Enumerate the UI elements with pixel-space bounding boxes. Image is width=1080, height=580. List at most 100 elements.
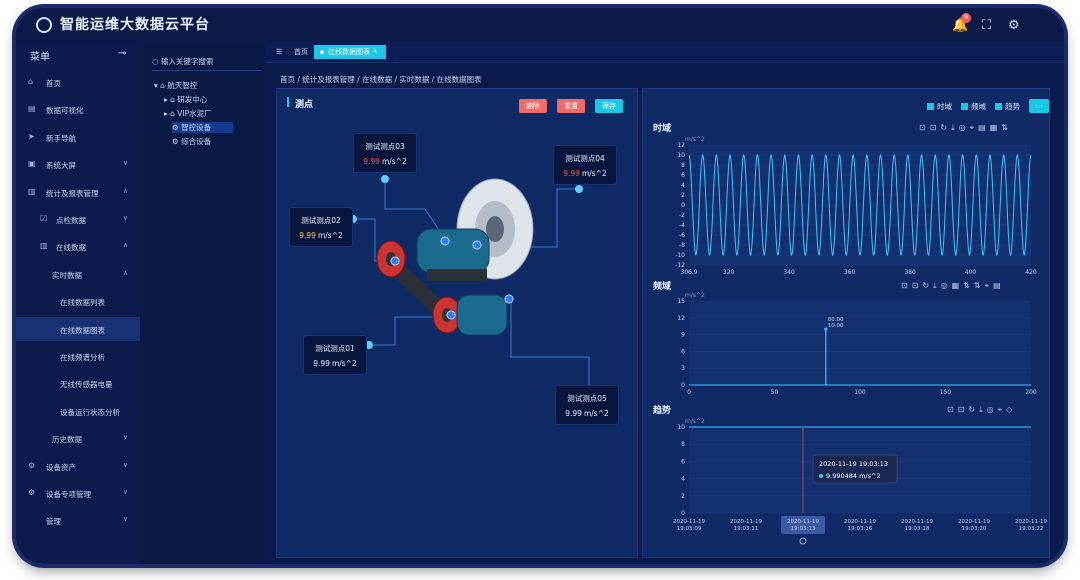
sidebar-item-label: 管理 xyxy=(46,517,61,527)
sidebar-item[interactable]: 历史数据 ∨ xyxy=(16,426,140,450)
y-tick-label: 0 xyxy=(681,202,685,209)
screen-icon: ▣ xyxy=(28,159,36,169)
gear-icon[interactable]: ⚙ xyxy=(1008,18,1020,33)
notification-badge: 9 xyxy=(961,13,971,23)
y-tick-label: 15 xyxy=(677,298,685,305)
motor-body xyxy=(416,228,490,274)
tree-node[interactable]: ▾ ⌂ 航天智控 xyxy=(154,80,197,91)
app-title: 智能运维大数据云平台 xyxy=(60,17,210,33)
sidebar-item-label: 新手导航 xyxy=(46,133,76,143)
sensor-dot-03[interactable] xyxy=(440,236,450,246)
checkbox-icon xyxy=(927,103,934,110)
x-tick-label: 0 xyxy=(687,389,691,396)
point-card-03[interactable]: 测试测点03 9.99 m/s^2 xyxy=(353,133,417,173)
point-unit: m/s^2 xyxy=(331,359,357,368)
sensor-dot-01[interactable] xyxy=(446,310,456,320)
fullscreen-icon[interactable]: ⛶ xyxy=(982,18,991,33)
chart-panel: 时域 频域 趋势 ··· 时域 ⊡⊡↻⤓◎⌖▤▦⇅ m/s^2 -12 -10 -8-… xyxy=(642,88,1050,558)
tab-home[interactable]: 首页 xyxy=(288,45,314,59)
logo-icon xyxy=(36,17,52,33)
sensor-dot-02[interactable] xyxy=(390,256,400,266)
sidebar-item[interactable]: ▣ 系统大屏 ∨ xyxy=(16,152,140,176)
tree-node[interactable]: ▸ ⌂ 研发中心 xyxy=(164,94,207,105)
tree-node-label: 研发中心 xyxy=(177,95,208,104)
sidebar-item[interactable]: 在线数据图表 xyxy=(16,316,140,341)
checkbox-time-domain[interactable]: 时域 xyxy=(927,101,952,112)
more-button[interactable]: ··· xyxy=(1029,99,1049,113)
checkbox-freq-domain[interactable]: 频域 xyxy=(961,101,986,112)
checkbox-icon: ☑ xyxy=(40,214,48,223)
tree-node[interactable]: ⚙ 综合设备 xyxy=(172,136,211,147)
sensor-dot-05[interactable] xyxy=(504,294,514,304)
x-tick-label: 400 xyxy=(965,269,977,275)
sidebar-item[interactable]: 在线数据列表 xyxy=(16,289,140,313)
checkbox-label: 趋势 xyxy=(1005,102,1020,111)
caret-icon: ▸ ⌂ xyxy=(164,95,178,104)
sidebar-heading-label: 菜单 xyxy=(30,52,50,63)
device-tree: ○ 输入关键字搜索 ▾ ⌂ 航天智控 ▸ ⌂ 研发中心 ▸ ⌂ VIP水泥厂 ⚙ 智控… xyxy=(140,42,267,564)
tree-search-input[interactable]: ○ 输入关键字搜索 xyxy=(152,56,262,71)
y-tick-label: 6 xyxy=(681,458,685,465)
x-tick-date: 2020-11-19 xyxy=(673,519,705,525)
sidebar-item[interactable]: ▤ 数据可视化 xyxy=(16,97,140,121)
point-card-04[interactable]: 测试测点04 9.99 m/s^2 xyxy=(553,145,617,185)
point-value: 9.99 xyxy=(363,157,380,166)
y-tick-label: -4 xyxy=(679,222,685,229)
chevron-icon: ∧ xyxy=(122,186,128,195)
y-tick-label: 0 xyxy=(681,382,685,389)
menu-toggle-icon[interactable]: ☰ xyxy=(270,45,288,59)
point-value: 9.99 xyxy=(299,231,316,240)
sidebar-item[interactable]: 实时数据 ∧ xyxy=(16,262,140,286)
sidebar-item[interactable]: ☑ 点检数据 ∨ xyxy=(16,207,140,231)
anchor-dot-04 xyxy=(575,185,583,193)
y-tick-label: 6 xyxy=(681,172,685,179)
sidebar: 菜单 ⊸ ⌂ 首页 ▤ 数据可视化 ➤ 新手导航 ▣ 系统大屏 ∨ ▥ 统计及报表管理 ∧ ☑ 点检数据 ∨… xyxy=(16,42,140,564)
sidebar-item-label: 设备专项管理 xyxy=(46,490,91,499)
point-value: 9.99 xyxy=(565,409,582,418)
sidebar-item-label: 首页 xyxy=(46,79,61,88)
x-tick-label: 420 xyxy=(1025,269,1037,275)
sidebar-item[interactable]: 设备运行状态分析 xyxy=(16,399,140,423)
sidebar-item[interactable]: 管理 ∨ xyxy=(16,508,140,532)
x-tick-label: 50 xyxy=(771,389,779,396)
point-name: 测试测点01 xyxy=(315,344,355,353)
point-card-05[interactable]: 测试测点05 9.99 m/s^2 xyxy=(555,385,619,425)
caret-icon: ▸ ⌂ xyxy=(164,109,178,118)
sensor-dot-04[interactable] xyxy=(472,240,482,250)
tree-node[interactable]: ▸ ⌂ VIP水泥厂 xyxy=(164,108,212,119)
point-value: 9.99 xyxy=(313,359,330,368)
sidebar-item[interactable]: ▥ 在线数据 ∧ xyxy=(16,234,140,258)
sidebar-item[interactable]: ⚙ 设备专项管理 ∨ xyxy=(16,481,140,505)
tab-close-icon[interactable]: × xyxy=(372,47,378,55)
y-tick-label: 8 xyxy=(681,162,685,169)
sidebar-item[interactable]: ➤ 新手导航 xyxy=(16,125,140,149)
app-window: 智能运维大数据云平台 🔔 9 ⛶ ⚙ 菜单 ⊸ ⌂ 首页 ▤ 数据可视化 ➤ 新手导航 ▣ 系… xyxy=(16,8,1064,564)
sidebar-item[interactable]: ⌂ 首页 xyxy=(16,70,140,94)
checkbox-trend[interactable]: 趋势 xyxy=(995,101,1020,112)
sidebar-item-label: 在线数据 xyxy=(56,243,86,253)
x-tick-date: 2020-11-19 xyxy=(844,519,876,525)
sidebar-item-label: 无线传感器电量 xyxy=(60,380,113,390)
sidebar-item[interactable]: 在线频谱分析 xyxy=(16,344,140,368)
sidebar-item[interactable]: ⚙ 设备资产 ∨ xyxy=(16,454,140,478)
point-card-01[interactable]: 测试测点01 9.99 m/s^2 xyxy=(303,335,367,375)
point-card-02[interactable]: 测试测点02 9.99 m/s^2 xyxy=(289,207,353,247)
caret-icon: ▾ ⌂ xyxy=(154,81,168,90)
y-tick-label: 4 xyxy=(681,182,685,189)
tree-node[interactable]: ⚙ 智控设备 xyxy=(172,122,234,133)
peak-label-y: 10.00 xyxy=(828,323,844,329)
sidebar-item[interactable]: ▥ 统计及报表管理 ∧ xyxy=(16,180,140,204)
tooltip-marker xyxy=(819,474,823,478)
sidebar-item-label: 系统大屏 xyxy=(46,161,76,171)
pin-icon[interactable]: ⊸ xyxy=(118,48,126,59)
sidebar-item[interactable]: 无线传感器电量 xyxy=(16,371,140,395)
sidebar-item-label: 在线频谱分析 xyxy=(60,353,105,362)
y-tick-label: 9 xyxy=(681,332,685,339)
y-tick-label: 10 xyxy=(677,152,685,159)
checkbox-icon xyxy=(961,103,968,110)
y-tick-label: -12 xyxy=(675,262,685,269)
chevron-icon: ∧ xyxy=(122,268,128,277)
sidebar-item-label: 历史数据 xyxy=(52,435,82,445)
bar-chart-icon: ▥ xyxy=(40,241,48,251)
send-icon: ➤ xyxy=(28,131,35,141)
